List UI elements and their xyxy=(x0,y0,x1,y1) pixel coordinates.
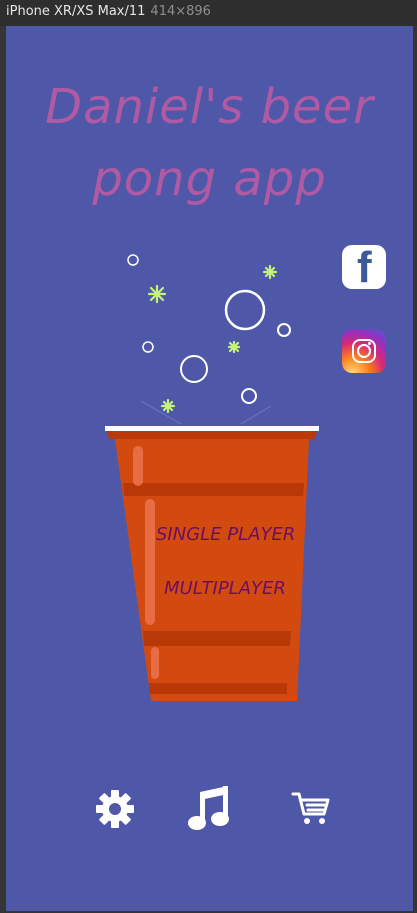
device-dimensions: 414×896 xyxy=(150,4,211,19)
sparkle xyxy=(147,284,167,304)
bubble xyxy=(127,254,139,266)
sparkle xyxy=(160,398,176,414)
bubble xyxy=(277,323,291,337)
device-toolbar: iPhone XR/XS Max/11 414×896 xyxy=(0,0,417,26)
sparkle xyxy=(262,264,278,280)
facebook-icon[interactable]: f xyxy=(342,243,386,292)
instagram-icon[interactable] xyxy=(342,329,386,373)
cart-icon[interactable] xyxy=(291,790,331,828)
app-screen: Daniel's beer pong app f SINGLE PLAYER M… xyxy=(6,26,413,911)
bubble xyxy=(142,341,154,353)
app-title-line1: Daniel's beer xyxy=(45,79,374,135)
beer-cup-illustration xyxy=(105,426,319,701)
sparkle xyxy=(227,340,241,354)
bubble xyxy=(241,388,257,404)
bubbles-decoration xyxy=(127,254,291,425)
device-name[interactable]: iPhone XR/XS Max/11 414×896 xyxy=(6,0,211,24)
multiplayer-button[interactable]: MULTIPLAYER xyxy=(164,578,286,599)
bubble xyxy=(224,289,266,331)
gear-icon[interactable] xyxy=(95,789,135,829)
single-player-button[interactable]: SINGLE PLAYER xyxy=(156,524,295,545)
app-title-line2: pong app xyxy=(92,151,327,207)
bubble xyxy=(180,355,208,383)
music-note-icon[interactable] xyxy=(186,784,232,832)
